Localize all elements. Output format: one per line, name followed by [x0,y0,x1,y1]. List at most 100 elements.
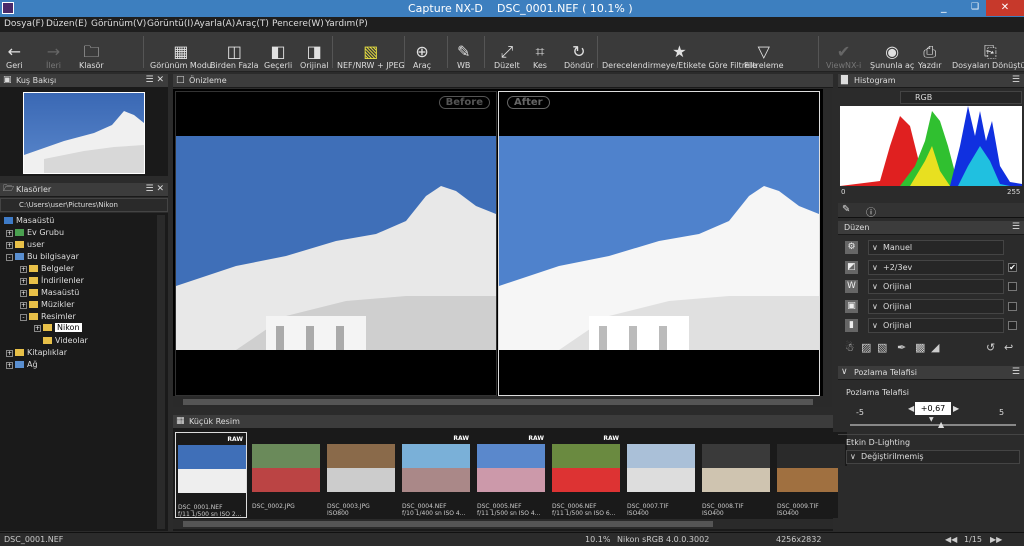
exposure-slider-thumb[interactable]: ▲ [938,420,944,429]
tool-button[interactable]: ⊕ Araç [413,34,431,71]
tree-music[interactable]: + Müzikler [20,300,74,309]
exposure-increment[interactable]: ▶ [953,404,959,413]
after-pane[interactable]: After [498,91,820,396]
curve-tool-icon[interactable]: ▨ [861,341,871,354]
adl-select[interactable]: ∨ Değiştirilmemiş [846,450,1020,464]
back-button[interactable]: ← Geri [6,34,23,71]
tree-videos[interactable]: Videolar [34,336,88,345]
maximize-button[interactable]: ❑ [971,2,979,12]
folder-button[interactable]: 🗀 Klasör [79,34,104,71]
filter-rating-button[interactable]: ★ Derecelendirmeye/Etikete Göre Filtrele [602,34,757,71]
menu-window[interactable]: Pencere(W) [272,19,324,29]
edit-row-checkbox[interactable] [1008,282,1017,291]
menu-file[interactable]: Dosya(F) [4,19,44,29]
reset-icon[interactable]: ↺ [986,341,995,354]
folder-path-field[interactable]: C:\Users\user\Pictures\Nikon [0,198,168,212]
thumbnail-item[interactable]: RAW DSC_0001.NEF f/11 1/500 sn ISO 2... [175,432,247,518]
tree-scrollbar[interactable] [157,215,165,529]
nef-jpeg-button[interactable]: ▧ NEF/NRW + JPEG [337,34,405,71]
next-page-icon[interactable]: ▶▶ [990,535,1002,544]
nr-tool-icon[interactable]: ☃ [845,341,855,354]
tree-homegroup[interactable]: + Ev Grubu [6,228,64,237]
edit-row-checkbox[interactable] [1008,321,1017,330]
panel-menu-icon[interactable]: ☰ [1012,221,1020,234]
print-button[interactable]: ⎙ Yazdır [918,34,941,71]
menu-edit[interactable]: Düzen(E) [46,19,87,29]
crop-button[interactable]: ⌗ Kes [533,34,547,71]
edit-row-select[interactable]: Orijinal [868,298,1004,314]
wb-button[interactable]: ✎ WB [457,34,470,71]
view-mode-button[interactable]: ▦ Görünüm Modu [150,34,212,71]
tree-libraries[interactable]: + Kitaplıklar [6,348,67,357]
edit-row-icon[interactable]: ▮ [845,319,858,332]
tree-nikon[interactable]: + Nikon [34,323,82,332]
rotate-button[interactable]: ↻ Döndür [564,34,594,71]
brush-tool-icon[interactable]: ✒ [897,341,906,354]
nef-jpeg-icon: ▧ [363,42,379,61]
thumbnail-item[interactable]: DSC_0008.TIF ISO400 [700,432,772,518]
preview-v-scrollbar[interactable] [823,89,832,407]
tree-documents[interactable]: + Belgeler [20,264,74,273]
tree-user[interactable]: + user [6,240,44,249]
exposure-slider-track[interactable] [850,424,1016,426]
info-tab-icon[interactable]: ⓘ [866,204,876,219]
undo-icon[interactable]: ↩ [1004,341,1013,354]
edit-row-icon[interactable]: ⚙ [845,241,858,254]
thumbnail-item[interactable]: RAW DSC_0004.NEF f/10 1/400 sn ISO 4... [400,432,472,518]
edit-row-checkbox[interactable] [1008,301,1017,311]
thumbnail-item[interactable]: DSC_0002.JPG [250,432,322,518]
menu-image[interactable]: Görüntü(I) [147,19,194,29]
thumbnail-item[interactable]: DSC_0009.TIF ISO400 [775,432,847,518]
levels-tool-icon[interactable]: ▧ [877,341,887,354]
edit-row-checkbox[interactable]: ✔ [1008,262,1017,272]
thumbnail-item[interactable]: DSC_0003.JPG ISO800 [325,432,397,518]
menu-view[interactable]: Görünüm(V) [91,19,146,29]
histogram-channel-select[interactable]: RGB [900,91,1022,104]
panel-menu-icon[interactable]: ☰ [1012,74,1020,87]
tree-downloads[interactable]: + İndirilenler [20,276,84,285]
minimize-button[interactable]: _ [941,0,947,13]
edit-row-select[interactable]: Orijinal [868,318,1004,333]
tree-desktop[interactable]: Masaüstü [4,216,54,225]
panel-menu-icon[interactable]: ☰ [1012,366,1020,379]
edit-tab-icon[interactable]: ✎ [842,204,850,215]
thumbnail-item[interactable]: RAW DSC_0005.NEF f/11 1/500 sn ISO 4... [475,432,547,518]
menu-adjust[interactable]: Ayarla(A) [194,19,235,29]
menu-help[interactable]: Yardım(P) [325,19,368,29]
edit-row-select[interactable]: Orijinal [868,279,1004,294]
straighten-button[interactable]: ⤢ Düzelt [494,34,520,71]
edit-row-select[interactable]: Manuel [868,240,1004,255]
preview-h-scrollbar[interactable] [173,397,823,407]
birds-eye-thumbnail[interactable] [23,92,145,174]
before-pane[interactable]: Before [175,91,497,396]
thumbnail-item[interactable]: RAW DSC_0006.NEF f/11 1/500 sn ISO 6... [550,432,622,518]
close-button[interactable]: ✕ [986,0,1024,16]
forward-button[interactable]: → İleri [46,34,61,71]
current-button[interactable]: ◧ Geçerli [264,34,292,71]
open-with-button[interactable]: ◉ Şununla aç [870,34,914,71]
multi-view-button[interactable]: ◫ Birden Fazla [210,34,259,71]
tree-desktop2[interactable]: + Masaüstü [20,288,79,297]
thumbnail-item[interactable]: DSC_0007.TIF ISO400 [625,432,697,518]
filtering-button[interactable]: ▽ Filtreleme [744,34,784,71]
convert-files-button[interactable]: ⎘ Dosyaları Dönüştür [952,34,1024,71]
color-tool-icon[interactable]: ▩ [915,341,925,354]
exposure-decrement[interactable]: ◀ [908,404,914,413]
menu-tools[interactable]: Araç(T) [236,19,269,29]
edit-row-icon[interactable]: ▣ [845,299,858,313]
edit-row-icon[interactable]: W [845,280,858,293]
collapse-icon[interactable]: ∨ [841,366,848,379]
prev-page-icon[interactable]: ◀◀ [945,535,957,544]
edit-row-icon[interactable]: ◩ [845,260,858,274]
edit-row-select[interactable]: +2/3ev [868,259,1004,275]
sharp-tool-icon[interactable]: ◢ [931,341,939,354]
original-button[interactable]: ◨ Orijinal [300,34,328,71]
panel-menu-icon[interactable]: ☰ ✕ [146,74,164,87]
exposure-value-field[interactable]: +0,67 [915,402,951,415]
viewnx-button[interactable]: ✔ ViewNX-i [826,34,861,71]
panel-menu-icon[interactable]: ☰ ✕ [146,183,164,196]
tree-network[interactable]: + Ağ [6,360,38,369]
thumbnails-scrollbar[interactable] [173,519,833,529]
tree-pictures[interactable]: - Resimler [20,312,76,321]
tree-this-pc[interactable]: - Bu bilgisayar [6,252,79,261]
